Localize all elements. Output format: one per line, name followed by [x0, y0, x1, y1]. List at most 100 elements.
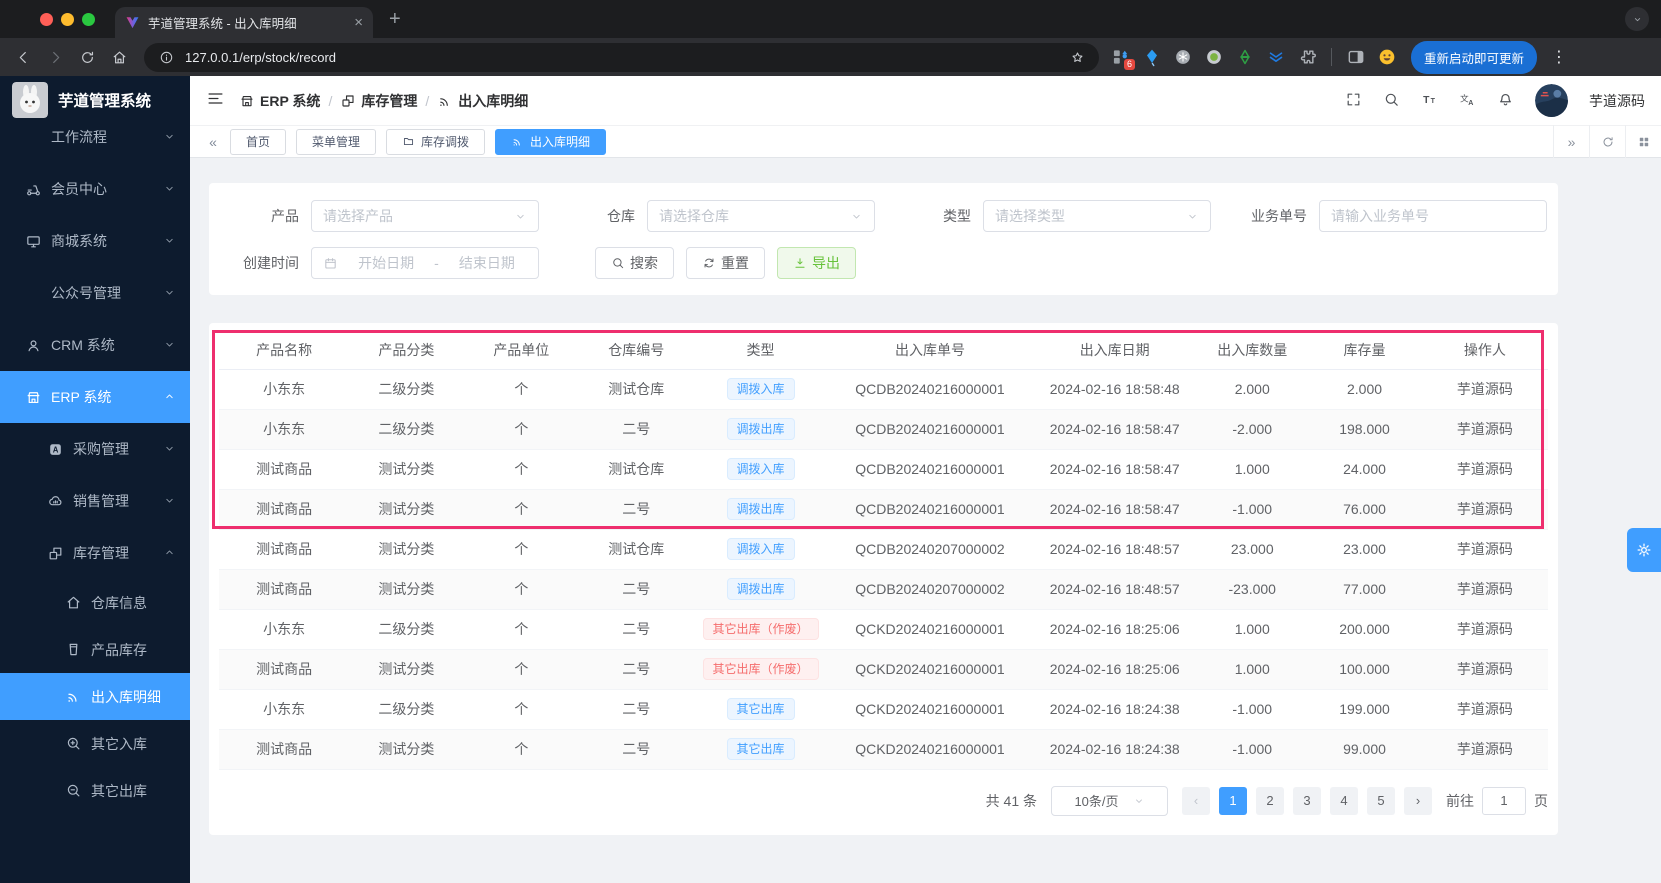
extension-green-star-icon[interactable] [1235, 47, 1255, 67]
export-button[interactable]: 导出 [777, 247, 856, 279]
browser-update-button[interactable]: 重新启动即可更新 [1411, 40, 1538, 74]
sidebar-item-erp[interactable]: ERP 系统 [0, 371, 190, 423]
search-icon[interactable] [1383, 91, 1400, 111]
table-cell: 调拨入库 [693, 529, 828, 570]
extension-green-dot-icon[interactable] [1204, 47, 1224, 67]
window-close-button[interactable] [40, 12, 53, 26]
sidebar-item-other-in[interactable]: 其它入库 [0, 720, 190, 767]
header-actions: TT 文A 芋道源码 [1345, 84, 1645, 117]
notification-bell-icon[interactable] [1497, 91, 1514, 111]
next-page-button[interactable]: › [1404, 786, 1432, 815]
page-number-button[interactable]: 4 [1330, 786, 1358, 815]
table-row[interactable]: 小东东 二级分类个二号 其它出库（作废） QCKD20240216000001 2024… [219, 609, 1548, 650]
goto-page-input[interactable] [1482, 786, 1526, 815]
sidebar-item-stock[interactable]: 库存管理 [0, 527, 190, 579]
product-select[interactable]: 请选择产品 [311, 200, 539, 232]
sidebar-item-sales[interactable]: 销售管理 [0, 475, 190, 527]
reload-button[interactable] [74, 44, 100, 70]
tabs-scroll-left-icon[interactable]: « [200, 134, 226, 150]
tabs-scroll-right-icon[interactable]: » [1553, 125, 1589, 158]
page-size-select[interactable]: 10条/页 [1051, 785, 1168, 816]
sidebar-item-warehouse-info[interactable]: 仓库信息 [0, 579, 190, 626]
table-row[interactable]: 测试商品 测试分类个二号 其它出库 QCKD20240216000001 2024-02… [219, 729, 1548, 770]
page-tab[interactable]: 首页 [230, 128, 287, 155]
page-number-button[interactable]: 5 [1367, 786, 1395, 815]
goto-label: 前往 [1446, 792, 1474, 809]
page-tab[interactable]: 库存调拨 [386, 128, 486, 155]
page-tab[interactable]: 菜单管理 [296, 128, 377, 155]
emoji-profile-icon[interactable] [1377, 47, 1397, 67]
sidebar-item-label: 工作流程 [51, 129, 107, 145]
window-controls [0, 12, 95, 26]
address-bar[interactable]: 127.0.0.1/erp/stock/record [144, 42, 1099, 72]
sidebar-item-product-stock[interactable]: 产品库存 [0, 626, 190, 673]
table-cell: 二号 [579, 729, 694, 770]
sidebar-item-mall[interactable]: 商城系统 [0, 215, 190, 267]
table-row[interactable]: 测试商品 测试分类个二号 其它出库（作废） QCKD20240216000001 202… [219, 649, 1548, 690]
forward-button[interactable] [42, 44, 68, 70]
page-number-button[interactable]: 3 [1293, 786, 1321, 815]
table-row[interactable]: 小东东 二级分类个二号 调拨出库 QCDB20240216000001 2024-02-… [219, 409, 1548, 450]
breadcrumb-item[interactable]: 库存管理 [340, 91, 417, 111]
sidebar-item-member[interactable]: 会员中心 [0, 163, 190, 215]
sidebar-item-wechat-mp[interactable]: 公众号管理 [0, 267, 190, 319]
translate-icon[interactable]: 文A [1459, 91, 1476, 111]
goto-page-suffix: 页 [1534, 792, 1548, 809]
breadcrumb-item[interactable]: 出入库明细 [437, 91, 528, 111]
table-row[interactable]: 测试商品 测试分类个二号 调拨出库 QCDB20240216000001 2024-02… [219, 489, 1548, 530]
sidebar-item-crm[interactable]: CRM 系统 [0, 319, 190, 371]
tab-overflow-button[interactable] [1625, 7, 1649, 31]
fullscreen-icon[interactable] [1345, 91, 1362, 111]
back-button[interactable] [10, 44, 36, 70]
table-row[interactable]: 测试商品 测试分类个二号 调拨出库 QCDB20240207000002 2024-02… [219, 569, 1548, 610]
search-button[interactable]: 搜索 [595, 247, 674, 279]
warehouse-select[interactable]: 请选择仓库 [647, 200, 875, 232]
table-cell: 2024-02-16 18:58:48 [1032, 369, 1198, 410]
table-row[interactable]: 测试商品 测试分类个测试仓库 调拨入库 QCDB20240207000002 2024-… [219, 529, 1548, 570]
tab-close-icon[interactable]: × [354, 14, 363, 31]
page-number-button[interactable]: 1 [1219, 786, 1247, 815]
window-zoom-button[interactable] [82, 12, 95, 26]
page-number-button[interactable]: 2 [1256, 786, 1284, 815]
reset-button[interactable]: 重置 [686, 247, 765, 279]
sidebar-item-purchase[interactable]: A 采购管理 [0, 423, 190, 475]
sidebar-item-other-out[interactable]: 其它出库 [0, 767, 190, 814]
page-tab[interactable]: 出入库明细 [495, 128, 607, 155]
extension-gray-ball-icon[interactable] [1173, 47, 1193, 67]
table-row[interactable]: 测试商品 测试分类个测试仓库 调拨入库 QCDB20240216000001 2024-… [219, 449, 1548, 490]
side-panel-icon[interactable] [1346, 47, 1366, 67]
browser-menu-icon[interactable]: ⋮ [1551, 47, 1567, 67]
prev-page-button[interactable]: ‹ [1182, 786, 1210, 815]
table-cell: 2024-02-16 18:58:47 [1032, 409, 1198, 450]
bookmark-star-icon[interactable] [1067, 44, 1087, 70]
home-button[interactable] [106, 44, 132, 70]
table-cell: 调拨入库 [693, 369, 828, 410]
table-row[interactable]: 小东东 二级分类个测试仓库 调拨入库 QCDB20240216000001 2024-0… [219, 369, 1548, 410]
type-select[interactable]: 请选择类型 [983, 200, 1211, 232]
extensions-puzzle-icon[interactable] [1297, 47, 1317, 67]
extension-chevrons-icon[interactable] [1266, 47, 1286, 67]
table-cell: 测试分类 [349, 569, 464, 610]
collapse-menu-icon[interactable] [206, 89, 225, 111]
new-tab-button[interactable]: + [389, 9, 401, 29]
logo-row[interactable]: 芋道管理系统 [0, 76, 190, 124]
chevron-down-icon [163, 182, 176, 197]
sidebar-item-workflow[interactable]: 工作流程 [0, 124, 190, 163]
sidebar-item-stock-record[interactable]: 出入库明细 [0, 673, 190, 720]
site-info-icon[interactable] [156, 44, 176, 70]
table-cell: 芋道源码 [1421, 689, 1548, 730]
extension-blocks-icon[interactable]: 6 [1111, 47, 1135, 70]
tab-refresh-icon[interactable] [1589, 125, 1625, 158]
tab-options-grid-icon[interactable] [1625, 125, 1661, 158]
breadcrumb-item[interactable]: ERP 系统 [239, 91, 320, 111]
extension-kite-icon[interactable] [1142, 47, 1162, 67]
avatar[interactable] [1535, 84, 1568, 117]
font-size-icon[interactable]: TT [1421, 91, 1438, 111]
filter-product: 产品 请选择产品 [229, 200, 539, 232]
date-range-picker[interactable]: 开始日期 - 结束日期 [311, 247, 539, 279]
window-minimize-button[interactable] [61, 12, 74, 26]
table-row[interactable]: 小东东 二级分类个二号 其它出库 QCKD20240216000001 2024-02-… [219, 689, 1548, 730]
biz-no-input[interactable]: 请输入业务单号 [1319, 200, 1547, 232]
settings-gear-button[interactable] [1627, 528, 1661, 572]
browser-tab[interactable]: 芋道管理系统 - 出入库明细 × [115, 7, 373, 38]
